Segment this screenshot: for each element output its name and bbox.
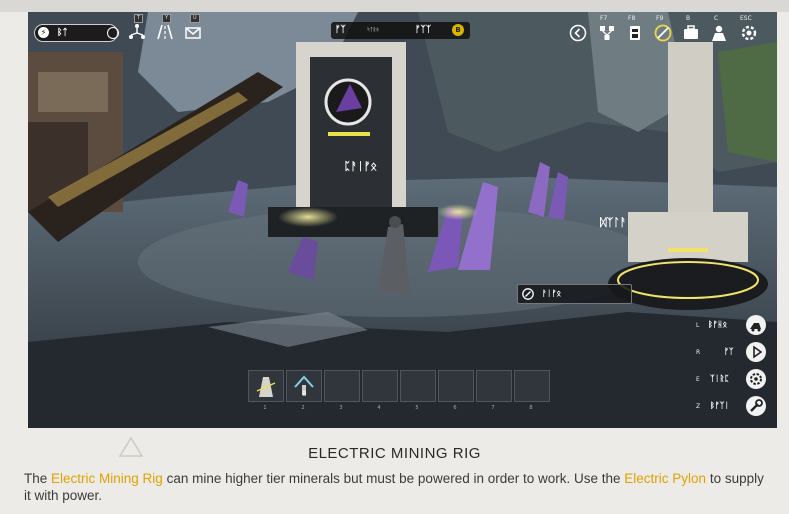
- coin-icon: B: [452, 24, 464, 36]
- road-icon[interactable]: [156, 23, 174, 41]
- key-hint: U: [190, 14, 200, 23]
- key-hint: ESC: [740, 15, 752, 22]
- slot-number: 2: [301, 405, 305, 411]
- hotbar-slot-2[interactable]: 8: [286, 370, 322, 402]
- slot-number: 5: [415, 405, 419, 411]
- hotbar-slot-7[interactable]: [476, 370, 512, 402]
- action-label: ᛉᛁᚱᛈ: [710, 374, 730, 383]
- key-hint: F9: [656, 15, 664, 22]
- slot-number: 6: [453, 405, 457, 411]
- interact-prompt[interactable]: ᚨᛁᚠᛟ: [517, 284, 632, 304]
- slot-number: 3: [339, 405, 343, 411]
- rig-world-label: ᛈᚨᛁᚠᛟ: [344, 160, 377, 173]
- hotbar-slot-4[interactable]: [362, 370, 398, 402]
- gear-icon[interactable]: [746, 369, 766, 389]
- wrench-icon[interactable]: [746, 396, 766, 416]
- interact-text: ᚨᛁᚠᛟ: [542, 289, 562, 298]
- highlight-term: Electric Mining Rig: [51, 471, 163, 486]
- hotbar-slot-8[interactable]: [514, 370, 550, 402]
- scene-background: [28, 12, 777, 428]
- currency-value: ᛒᛏ: [57, 28, 68, 38]
- interact-icon: [522, 288, 534, 300]
- bolt-icon: ⚡: [38, 27, 49, 38]
- key-hint: C: [714, 15, 719, 22]
- key-hint: F8: [628, 15, 636, 22]
- settings-icon[interactable]: [740, 24, 758, 42]
- caption-body: The Electric Mining Rig can mine higher …: [24, 470, 764, 504]
- slot-number: 1: [263, 405, 267, 411]
- robot-icon[interactable]: [626, 24, 644, 42]
- hotbar-slot-3[interactable]: [324, 370, 360, 402]
- action-label: ᛒᚠᛉᛁ: [710, 401, 730, 410]
- tutorial-panel: ⚡ ᛒᛏ T Y U ᚠᛉ ᛋᛏᚱᛟ ᚠᛉᛉ B F7 F8 F9 B C ES…: [0, 0, 789, 514]
- hotbar-slot-6[interactable]: [438, 370, 474, 402]
- caption-text: can mine higher tier minerals but must b…: [162, 471, 625, 486]
- pylon-world-label: ᛞᛉᛚᚨ: [600, 216, 627, 229]
- key-hint: T: [134, 14, 144, 23]
- tech-tree-icon[interactable]: [598, 24, 616, 42]
- mail-icon[interactable]: [184, 23, 202, 41]
- resource-bar: ᚠᛉ ᛋᛏᚱᛟ ᚠᛉᛉ B: [331, 22, 470, 39]
- mining-rig-icon: [256, 377, 276, 397]
- key-hint: F7: [600, 15, 608, 22]
- slot-number: 7: [491, 405, 495, 411]
- slot-count: 8: [302, 390, 307, 398]
- key-hint: R: [696, 349, 701, 356]
- currency-pill: ⚡ ᛒᛏ: [34, 24, 119, 42]
- clock-icon: [107, 27, 119, 39]
- briefcase-icon[interactable]: [682, 24, 700, 42]
- play-icon[interactable]: [746, 342, 766, 362]
- resource-value: ᚠᛉᛉ: [415, 25, 432, 35]
- hotbar-slot-5[interactable]: [400, 370, 436, 402]
- highlight-term: Electric Pylon: [624, 471, 707, 486]
- resource-small-text: ᛋᛏᚱᛟ: [367, 27, 380, 33]
- slot-number: 8: [529, 405, 533, 411]
- back-icon[interactable]: [569, 24, 587, 42]
- map-icon[interactable]: [654, 24, 672, 42]
- game-viewport[interactable]: ⚡ ᛒᛏ T Y U ᚠᛉ ᛋᛏᚱᛟ ᚠᛉᛉ B F7 F8 F9 B C ES…: [28, 12, 777, 428]
- caption-title: ELECTRIC MINING RIG: [308, 445, 481, 462]
- key-hint: Y: [162, 14, 172, 23]
- key-hint: Z: [696, 403, 701, 410]
- action-label: ᛒᚠᚺᛟ: [708, 320, 728, 329]
- top-strip: [0, 0, 789, 12]
- caption-text: The: [24, 471, 52, 486]
- character-icon[interactable]: [710, 24, 728, 42]
- network-icon[interactable]: [128, 23, 146, 41]
- key-hint: E: [696, 376, 700, 383]
- hotbar-slot-1[interactable]: [248, 370, 284, 402]
- slot-number: 4: [377, 405, 381, 411]
- resource-left-label: ᚠᛉ: [335, 25, 346, 35]
- excavator-icon[interactable]: [746, 315, 766, 335]
- key-hint: B: [686, 15, 691, 22]
- key-hint: L: [696, 322, 700, 329]
- action-label: ᚠᛉ: [724, 347, 734, 356]
